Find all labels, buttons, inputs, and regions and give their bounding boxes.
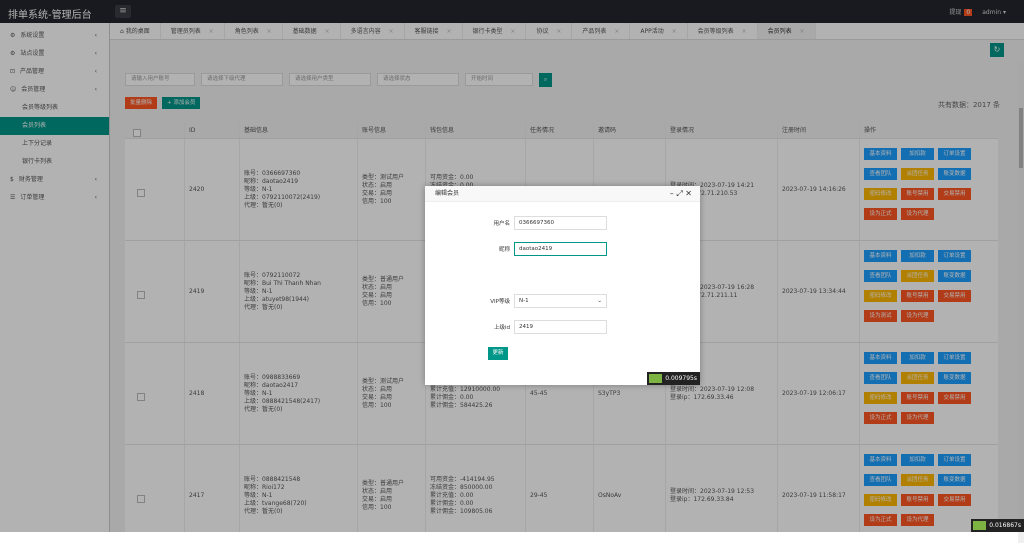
nickname-field[interactable]: daotao2419 bbox=[514, 242, 607, 256]
modal-timer-value: 0.009795s bbox=[665, 375, 697, 382]
logo-icon bbox=[973, 521, 986, 530]
phone-row: 用户名 0366697360 bbox=[425, 216, 700, 230]
parent-row: 上级id 2419 bbox=[425, 320, 700, 334]
level-row: VIP等级 N-1 ⌄ bbox=[425, 294, 700, 308]
modal-timer: 0.009795s bbox=[647, 372, 700, 385]
nickname-label: 昵称 bbox=[499, 245, 510, 253]
nickname-row: 昵称 daotao2419 bbox=[425, 242, 700, 256]
level-label: VIP等级 bbox=[490, 297, 510, 305]
parent-field[interactable]: 2419 bbox=[514, 320, 607, 334]
parent-label: 上级id bbox=[494, 323, 510, 331]
phone-label: 用户名 bbox=[493, 219, 510, 227]
logo-icon bbox=[649, 374, 662, 383]
close-icon[interactable]: ✕ bbox=[685, 189, 692, 198]
phone-field[interactable]: 0366697360 bbox=[514, 216, 607, 230]
modal-header: 编辑会员 – ⤢ ✕ bbox=[425, 186, 700, 202]
level-value: N-1 bbox=[519, 298, 529, 304]
modal-title: 编辑会员 bbox=[435, 190, 459, 197]
update-button[interactable]: 更新 bbox=[488, 347, 508, 360]
page-timer-value: 0.016867s bbox=[989, 522, 1021, 529]
edit-member-modal: 编辑会员 – ⤢ ✕ 用户名 0366697360 昵称 daotao2419 … bbox=[425, 186, 700, 385]
modal-controls: – ⤢ ✕ bbox=[670, 186, 692, 202]
chevron-down-icon: ⌄ bbox=[597, 295, 602, 307]
page-timer: 0.016867s bbox=[971, 519, 1024, 532]
maximize-icon[interactable]: ⤢ bbox=[676, 189, 682, 198]
minimize-icon[interactable]: – bbox=[670, 189, 674, 198]
level-select[interactable]: N-1 ⌄ bbox=[514, 294, 607, 308]
